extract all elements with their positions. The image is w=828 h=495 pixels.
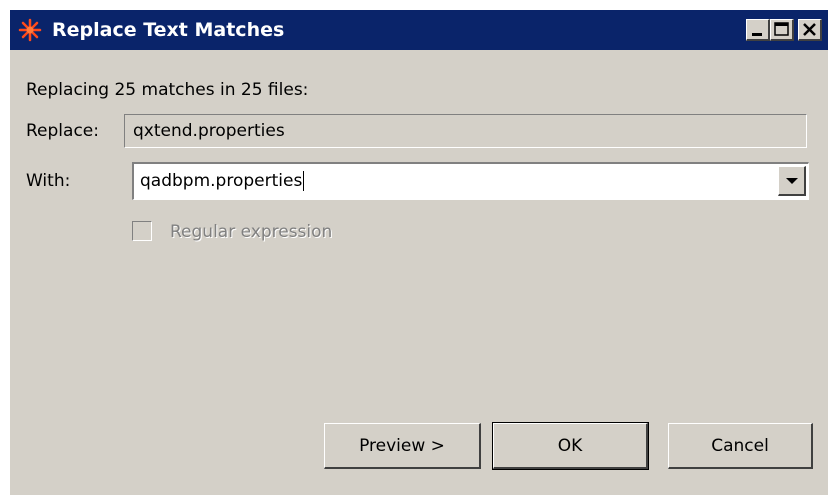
- text-caret: [303, 171, 305, 191]
- regex-checkbox[interactable]: [132, 221, 152, 241]
- minimize-icon: [752, 33, 762, 36]
- cancel-button[interactable]: Cancel: [668, 423, 813, 469]
- title-bar[interactable]: Replace Text Matches: [10, 10, 828, 50]
- replace-dialog: Replace Text Matches Replacing 25 matche…: [10, 10, 828, 495]
- preview-button[interactable]: Preview >: [324, 423, 481, 469]
- replace-icon: [18, 18, 42, 42]
- replace-field: qxtend.properties: [124, 114, 807, 148]
- chevron-down-icon: [786, 178, 798, 184]
- maximize-button[interactable]: [770, 19, 794, 41]
- replace-label: Replace:: [26, 121, 99, 141]
- with-label: With:: [26, 171, 71, 191]
- with-value: qadbpm.properties: [140, 171, 303, 191]
- maximize-icon: [774, 22, 789, 36]
- with-input[interactable]: qadbpm.properties: [140, 170, 305, 192]
- replace-summary: Replacing 25 matches in 25 files:: [26, 80, 309, 100]
- ok-button[interactable]: OK: [492, 422, 649, 470]
- close-icon: [803, 23, 816, 36]
- replace-value: qxtend.properties: [133, 121, 285, 141]
- regex-label: Regular expression: [170, 222, 333, 242]
- minimize-button[interactable]: [746, 19, 770, 41]
- with-combobox[interactable]: qadbpm.properties: [132, 162, 809, 200]
- window-title: Replace Text Matches: [52, 19, 285, 41]
- dropdown-button[interactable]: [778, 166, 806, 196]
- close-button[interactable]: [798, 19, 822, 41]
